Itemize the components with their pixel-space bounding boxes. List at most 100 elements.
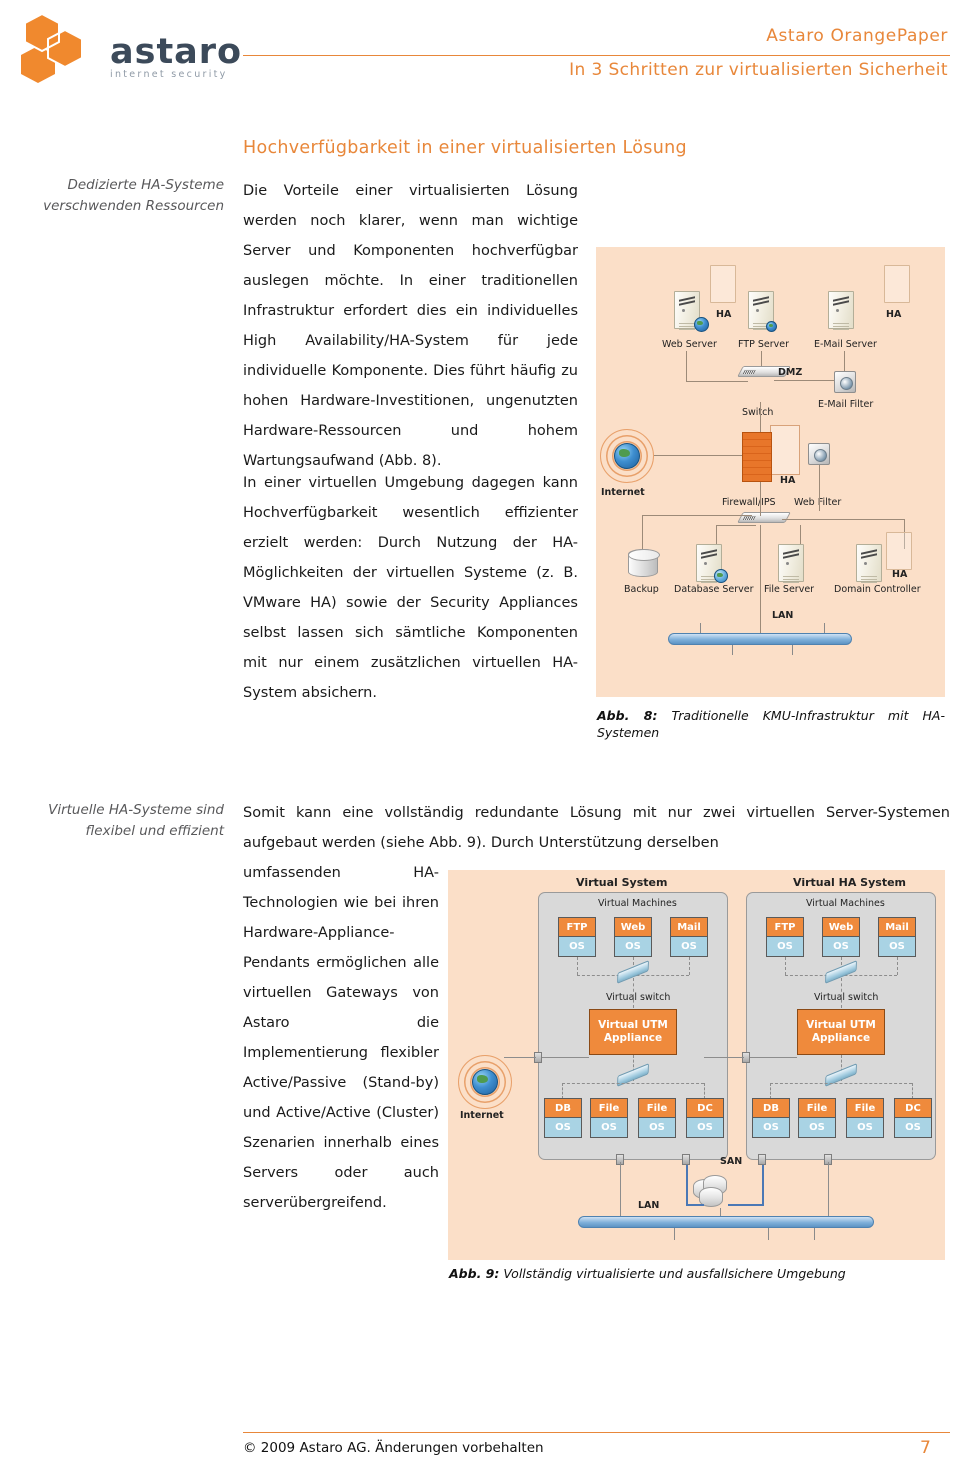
vm-link-db-right xyxy=(770,1083,771,1099)
label-virtual-ha-system: Virtual HA System xyxy=(793,876,906,889)
vm-os-label: OS xyxy=(753,1118,789,1137)
figure-9-virtualized-environment: Virtual System Virtual HA System Interne… xyxy=(448,870,945,1260)
orangepaper-subtitle: In 3 Schritten zur virtualisierten Siche… xyxy=(569,60,948,80)
vm-os-label: OS xyxy=(615,937,651,956)
vm-file1-left: File OS xyxy=(590,1098,628,1138)
label-ftp-server: FTP Server xyxy=(738,339,790,350)
orangepaper-title: Astaro OrangePaper xyxy=(766,26,948,46)
wire-internet-to-firewall xyxy=(654,455,744,456)
san-wire-right-v xyxy=(762,1165,764,1205)
vm-role-label: DC xyxy=(687,1099,723,1118)
figure-8-caption-label: Abb. 8: xyxy=(597,708,658,723)
lan-wire-left xyxy=(620,1162,621,1218)
lan-tick-1 xyxy=(700,623,701,633)
vm-role-label: FTP xyxy=(559,918,595,937)
hexagon-logo-icon xyxy=(21,12,83,83)
wire-switch-to-firewall xyxy=(760,402,761,432)
header-title-wrap: Astaro OrangePaper xyxy=(228,26,948,46)
san-wire-right-h xyxy=(728,1204,764,1206)
label-email-server: E-Mail Server xyxy=(814,339,877,350)
vm-os-label: OS xyxy=(639,1118,675,1137)
ha-ghost-email xyxy=(884,265,910,303)
wire-db-h xyxy=(716,525,756,526)
figure-9-caption: Abb. 9: Vollständig virtualisierte und a… xyxy=(449,1265,949,1282)
wire-internet-left xyxy=(504,1057,536,1058)
vm-db-left: DB OS xyxy=(544,1098,582,1138)
vm-link-mail-right xyxy=(897,957,898,975)
vm-file1-right: File OS xyxy=(798,1098,836,1138)
lan-tick-3 xyxy=(732,645,733,655)
vm-link-dc-right xyxy=(912,1083,913,1099)
san-wire-left-h xyxy=(686,1204,704,1206)
vm-os-label: OS xyxy=(879,937,915,956)
paragraph-3: Somit kann eine vollständig redundante L… xyxy=(243,805,950,851)
label-ha-firewall: HA xyxy=(780,475,796,486)
ha-ghost-dc xyxy=(886,532,912,570)
firewall-ips-icon xyxy=(742,432,772,482)
nic-left-san xyxy=(682,1154,690,1165)
vm-web-left: Web OS xyxy=(614,917,652,957)
vswitch-to-utm-right xyxy=(841,978,842,1008)
label-domain-controller: Domain Controller xyxy=(834,584,921,595)
vm-role-label: Web xyxy=(823,918,859,937)
label-backup: Backup xyxy=(624,584,659,595)
virtual-utm-appliance-left: Virtual UTM Appliance xyxy=(589,1009,677,1055)
wire-lanswitch-right xyxy=(782,519,904,520)
document-page: astaro internet security Astaro OrangePa… xyxy=(0,0,960,1470)
label-file-server: File Server xyxy=(764,584,815,595)
vm-dc-left: DC OS xyxy=(686,1098,724,1138)
vm-link-mail-left xyxy=(689,957,690,975)
label-virtual-system: Virtual System xyxy=(576,876,668,889)
wire-lanswitch-left xyxy=(642,515,752,516)
lan-tick-4 xyxy=(792,645,793,655)
lan-tick-2 xyxy=(824,623,825,633)
lan-tick-9-3 xyxy=(814,1228,815,1240)
wire-to-backup xyxy=(642,515,643,549)
footer-page-number: 7 xyxy=(920,1438,931,1458)
label-internet: Internet xyxy=(601,487,645,498)
vm-os-label: OS xyxy=(671,937,707,956)
vm-os-label: OS xyxy=(847,1118,883,1137)
vm-os-label: OS xyxy=(799,1118,835,1137)
vm-bus2-left xyxy=(562,1083,704,1084)
vm-role-label: File xyxy=(799,1099,835,1118)
lan-bar-9 xyxy=(578,1216,874,1228)
web-filter-icon xyxy=(808,443,830,465)
figure-9-caption-label: Abb. 9: xyxy=(449,1266,500,1281)
vm-role-label: Mail xyxy=(671,918,707,937)
footer-divider xyxy=(243,1432,950,1433)
lan-wire-right xyxy=(828,1162,829,1218)
email-filter-icon xyxy=(834,371,856,393)
vm-web-right: Web OS xyxy=(822,917,860,957)
ftp-server-globe-icon xyxy=(766,321,777,332)
wire-lan-trunk xyxy=(760,525,761,637)
web-server-globe-icon xyxy=(694,317,709,332)
vm-link-db-left xyxy=(562,1083,563,1099)
label-virtual-switch-left: Virtual switch xyxy=(606,992,671,1003)
vm-link-ftp-right xyxy=(785,957,786,975)
page-header: astaro internet security Astaro OrangePa… xyxy=(0,0,960,118)
vm-role-label: Mail xyxy=(879,918,915,937)
file-server-icon xyxy=(778,544,804,582)
vm-dc-right: DC OS xyxy=(894,1098,932,1138)
label-internet-9: Internet xyxy=(460,1110,504,1121)
lan-tick-9-2 xyxy=(768,1228,769,1240)
label-firewall-ips: Firewall/IPS xyxy=(722,497,776,508)
vm-role-label: DB xyxy=(545,1099,581,1118)
vm-os-label: OS xyxy=(823,937,859,956)
ha-ghost-web xyxy=(710,265,736,303)
margin-note-2: Virtuelle HA-Systeme sind flexibel und e… xyxy=(48,802,224,839)
label-web-filter: Web Filter xyxy=(794,497,842,508)
logo-tagline: internet security xyxy=(110,69,228,80)
lan-switch-icon xyxy=(737,512,791,523)
internet-globe-icon-9 xyxy=(472,1069,498,1095)
label-lan: LAN xyxy=(772,610,794,621)
vm-os-label: OS xyxy=(545,1118,581,1137)
wire-web-to-switch xyxy=(686,351,687,381)
vm-ftp-right: FTP OS xyxy=(766,917,804,957)
database-cylinder-icon xyxy=(714,569,728,583)
virtual-utm-appliance-right: Virtual UTM Appliance xyxy=(797,1009,885,1055)
label-switch: Switch xyxy=(742,407,774,418)
wire-firewall-to-lanswitch xyxy=(760,482,761,516)
label-web-server: Web Server xyxy=(662,339,717,350)
